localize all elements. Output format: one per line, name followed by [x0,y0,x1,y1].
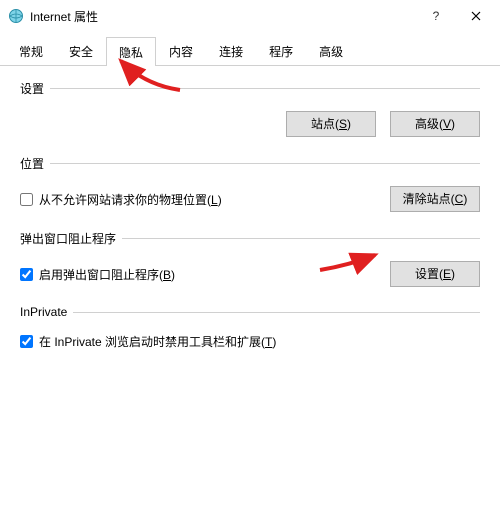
help-button[interactable]: ? [416,2,456,30]
popup-settings-button[interactable]: 设置(E) [390,261,480,287]
section-label: 设置 [20,80,44,97]
tab-programs[interactable]: 程序 [256,36,306,65]
checkbox-label: 从不允许网站请求你的物理位置(L) [39,191,222,208]
inprivate-disable-toolbars-checkbox[interactable]: 在 InPrivate 浏览启动时禁用工具栏和扩展(T) [20,333,480,350]
divider [50,88,480,89]
tabs: 常规 安全 隐私 内容 连接 程序 高级 [0,36,500,66]
tab-pane-privacy: 设置 站点(S) 高级(V) 位置 从不允许网站请求你的物理位置(L) 清除站点… [0,66,500,382]
close-button[interactable] [456,2,496,30]
tab-connections[interactable]: 连接 [206,36,256,65]
checkbox-input[interactable] [20,335,33,348]
tab-general[interactable]: 常规 [6,36,56,65]
section-label: InPrivate [20,305,67,319]
section-inprivate: InPrivate 在 InPrivate 浏览启动时禁用工具栏和扩展(T) [20,305,480,350]
divider [122,238,480,239]
section-popup-blocker: 弹出窗口阻止程序 启用弹出窗口阻止程序(B) 设置(E) [20,230,480,287]
section-location: 位置 从不允许网站请求你的物理位置(L) 清除站点(C) [20,155,480,212]
divider [73,312,480,313]
checkbox-label: 在 InPrivate 浏览启动时禁用工具栏和扩展(T) [39,333,276,350]
tab-advanced[interactable]: 高级 [306,36,356,65]
clear-sites-button[interactable]: 清除站点(C) [390,186,480,212]
enable-popup-blocker-checkbox[interactable]: 启用弹出窗口阻止程序(B) [20,266,390,283]
tab-content[interactable]: 内容 [156,36,206,65]
tab-security[interactable]: 安全 [56,36,106,65]
window-title: Internet 属性 [30,8,416,25]
titlebar: Internet 属性 ? [0,0,500,32]
sites-button[interactable]: 站点(S) [286,111,376,137]
tab-privacy[interactable]: 隐私 [106,37,156,66]
checkbox-input[interactable] [20,193,33,206]
checkbox-input[interactable] [20,268,33,281]
checkbox-label: 启用弹出窗口阻止程序(B) [39,266,175,283]
section-label: 弹出窗口阻止程序 [20,230,116,247]
divider [50,163,480,164]
advanced-button[interactable]: 高级(V) [390,111,480,137]
never-allow-location-checkbox[interactable]: 从不允许网站请求你的物理位置(L) [20,191,390,208]
section-label: 位置 [20,155,44,172]
internet-options-icon [8,8,24,24]
section-settings: 设置 站点(S) 高级(V) [20,80,480,137]
